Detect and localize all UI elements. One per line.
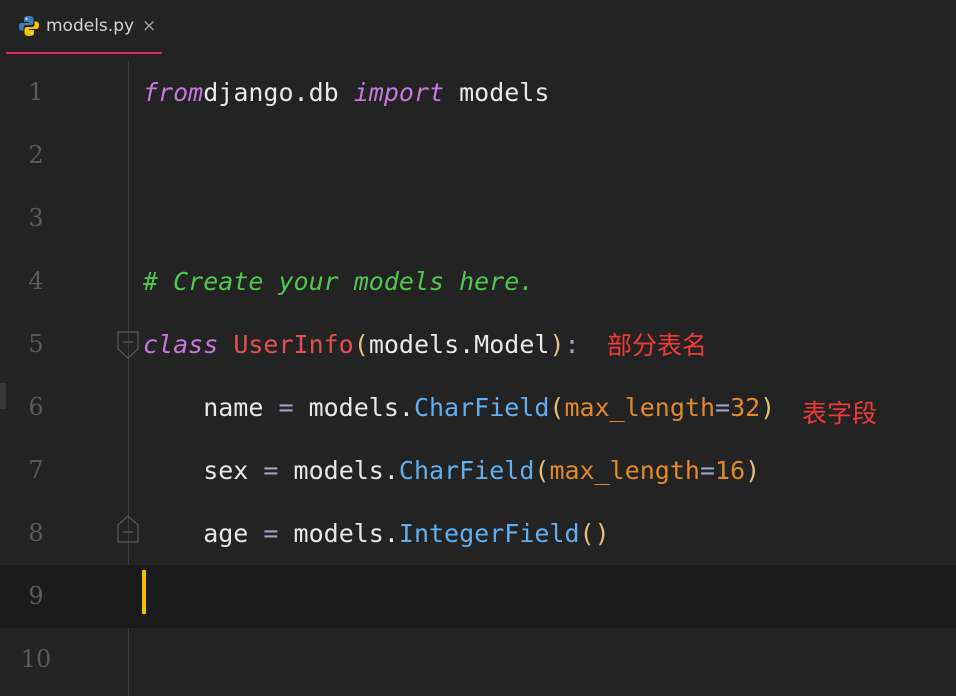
- code-line[interactable]: 8 age = models.IntegerField(): [0, 502, 956, 565]
- code-line[interactable]: 7 sex = models.CharField(max_length=16): [0, 439, 956, 502]
- code-text: name = models.CharField(max_length=32): [143, 376, 775, 439]
- code-token: name: [143, 393, 279, 422]
- code-token: =: [699, 456, 716, 485]
- code-token: max_length: [549, 456, 700, 485]
- python-icon: [18, 15, 40, 37]
- code-token: from: [143, 78, 204, 107]
- annotation-table-name: 部分表名: [607, 331, 708, 360]
- code-line[interactable]: 5 class UserInfo(models.Model):: [0, 313, 956, 376]
- tab-bar: models.py ×: [0, 0, 956, 56]
- code-token: models.Model: [368, 330, 550, 359]
- code-text: sex = models.CharField(max_length=16): [143, 439, 760, 502]
- code-token: (: [353, 330, 369, 359]
- text-cursor: [142, 570, 146, 614]
- code-token: models.: [293, 393, 414, 422]
- code-token: UserInfo: [233, 330, 354, 359]
- code-token: django.db: [203, 78, 354, 107]
- close-icon[interactable]: ×: [142, 16, 156, 36]
- code-token: age: [143, 519, 264, 548]
- code-line[interactable]: 3: [0, 187, 956, 250]
- code-line[interactable]: 10: [0, 628, 956, 691]
- annotation-table-fields: 表字段: [802, 399, 878, 428]
- code-text: # Create your models here.: [143, 250, 534, 313]
- code-line[interactable]: 1 fromdjango.db import models: [0, 61, 956, 124]
- code-text: fromdjango.db import models: [143, 61, 549, 124]
- line-number: 3: [28, 204, 44, 232]
- line-number: 2: [28, 141, 44, 169]
- code-token: 16: [715, 456, 746, 485]
- code-token: =: [263, 456, 279, 485]
- code-token: 32: [730, 393, 761, 422]
- code-token: (: [534, 456, 550, 485]
- fold-open-icon[interactable]: [117, 331, 139, 359]
- code-token: max_length: [564, 393, 715, 422]
- line-number: 7: [28, 456, 44, 484]
- line-number: 9: [28, 582, 44, 610]
- line-number: 6: [28, 393, 44, 421]
- code-token: ): [549, 330, 565, 359]
- line-number: 8: [28, 519, 44, 547]
- line-number: 5: [28, 330, 44, 358]
- fold-close-icon[interactable]: [117, 513, 139, 543]
- code-token: =: [278, 393, 294, 422]
- code-token: models.: [278, 456, 399, 485]
- code-token: IntegerField: [398, 519, 580, 548]
- code-token: ): [745, 456, 761, 485]
- code-token: :: [564, 330, 580, 359]
- code-token: CharField: [398, 456, 535, 485]
- code-editor[interactable]: 1 fromdjango.db import models 2 3 4 # Create …: [0, 61, 956, 696]
- line-number: 10: [20, 645, 52, 673]
- code-token: ): [760, 393, 776, 422]
- code-token: class: [143, 330, 219, 359]
- code-token: models: [444, 78, 550, 107]
- code-line[interactable]: 2: [0, 124, 956, 187]
- code-token: CharField: [413, 393, 550, 422]
- code-token: import: [353, 78, 445, 107]
- code-token: =: [715, 393, 731, 422]
- code-token: (: [549, 393, 565, 422]
- code-token: models.: [278, 519, 399, 548]
- code-text: age = models.IntegerField(): [143, 502, 610, 565]
- tab-label: models.py: [46, 16, 135, 36]
- code-token: sex: [143, 456, 264, 485]
- code-line[interactable]: 4 # Create your models here.: [0, 250, 956, 313]
- line-number: 4: [28, 267, 44, 295]
- code-token: (): [579, 519, 610, 548]
- line-number: 1: [28, 78, 44, 106]
- code-token: # Create your models here.: [143, 267, 535, 296]
- code-token: =: [263, 519, 279, 548]
- code-text: class UserInfo(models.Model):: [143, 313, 580, 376]
- tab-models-py[interactable]: models.py ×: [6, 0, 162, 54]
